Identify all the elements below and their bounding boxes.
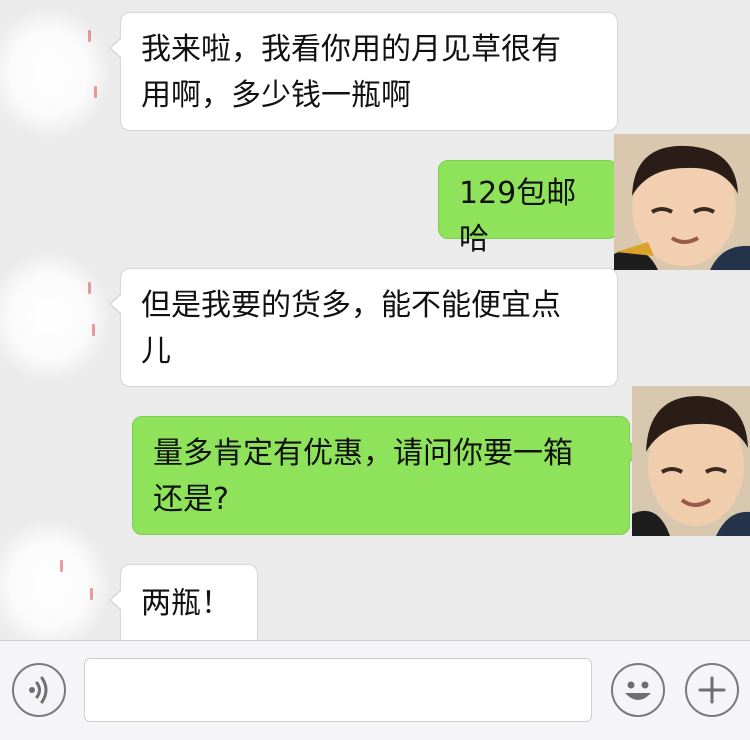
more-button[interactable] <box>685 663 739 717</box>
message-bubble-incoming[interactable]: 我来啦，我看你用的月见草很有 用啊，多少钱一瓶啊 <box>109 12 618 131</box>
self-avatar[interactable] <box>614 134 750 270</box>
emoji-button[interactable] <box>611 663 665 717</box>
voice-button[interactable] <box>12 663 66 717</box>
message-text-line: 量多肯定有优惠，请问你要一箱 <box>153 436 573 471</box>
message-text: 两瓶！ <box>141 586 231 621</box>
message-bubble-incoming[interactable]: 但是我要的货多，能不能便宜点 儿 <box>109 268 618 387</box>
message-input[interactable] <box>84 658 592 722</box>
message-bubble-incoming[interactable]: 两瓶！ <box>109 564 258 640</box>
contact-avatar[interactable] <box>0 252 110 382</box>
message-text-line: 儿 <box>141 334 171 369</box>
message-text-line: 我来啦，我看你用的月见草很有 <box>141 32 561 67</box>
self-avatar[interactable] <box>632 386 750 536</box>
contact-avatar[interactable] <box>0 8 110 138</box>
child-photo-icon <box>614 134 750 270</box>
input-bar <box>0 640 750 740</box>
contact-avatar[interactable] <box>0 520 110 640</box>
message-text: 129包邮哈 <box>459 176 577 257</box>
child-photo-icon <box>632 386 750 536</box>
message-text-line: 但是我要的货多，能不能便宜点 <box>141 288 561 323</box>
message-text-line: 用啊，多少钱一瓶啊 <box>141 78 411 113</box>
chat-area[interactable]: 我来啦，我看你用的月见草很有 用啊，多少钱一瓶啊 129包邮哈 但是我要的货多，… <box>0 0 750 640</box>
emoji-icon <box>625 681 651 700</box>
voice-icon <box>29 676 48 704</box>
message-bubble-outgoing[interactable]: 量多肯定有优惠，请问你要一箱 还是? <box>132 416 641 535</box>
plus-icon <box>698 676 726 704</box>
message-text-line: 还是? <box>153 482 229 517</box>
message-bubble-outgoing[interactable]: 129包邮哈 <box>438 160 629 257</box>
